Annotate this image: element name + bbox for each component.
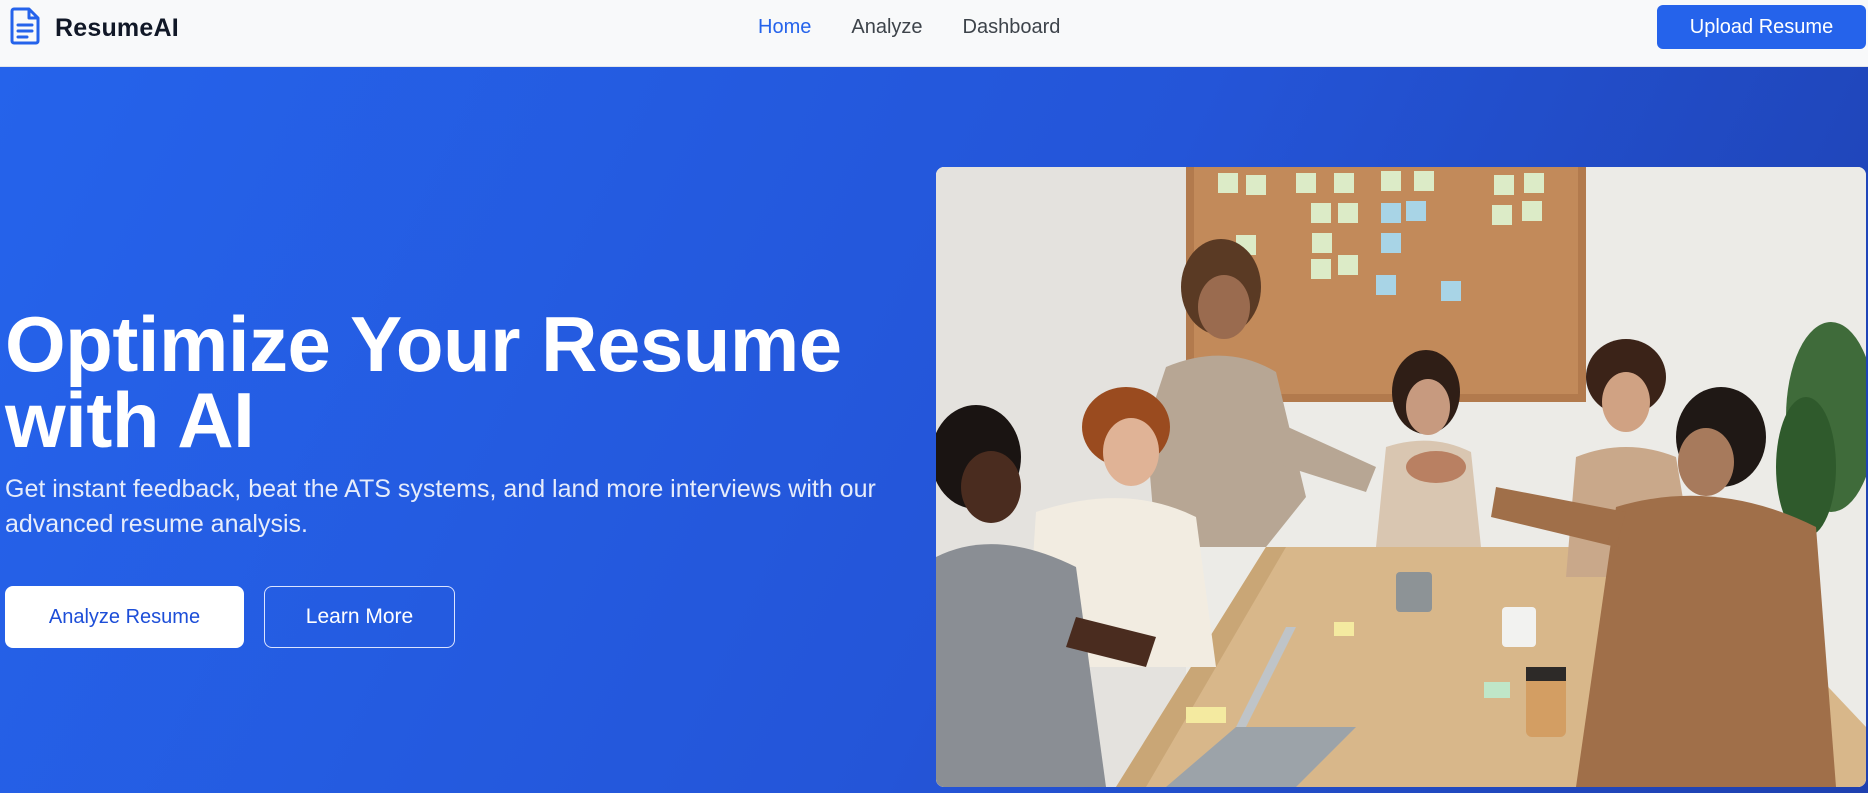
nav-link-home[interactable]: Home xyxy=(758,16,811,39)
nav-link-dashboard[interactable]: Dashboard xyxy=(963,16,1061,39)
nav-link-analyze[interactable]: Analyze xyxy=(851,16,922,39)
hero-title: Optimize Your Resume with AI xyxy=(5,300,842,464)
brand-name: ResumeAI xyxy=(55,13,179,42)
analyze-resume-button[interactable]: Analyze Resume xyxy=(5,586,244,648)
team-meeting-photo xyxy=(936,167,1866,787)
hero-section: Optimize Your Resume with AI Get instant… xyxy=(0,67,1868,793)
brand[interactable]: ResumeAI xyxy=(9,7,179,50)
document-icon xyxy=(9,7,41,50)
upload-resume-button[interactable]: Upload Resume xyxy=(1657,5,1866,49)
hero-subtitle: Get instant feedback, beat the ATS syste… xyxy=(5,475,876,538)
main-nav: Home Analyze Dashboard xyxy=(758,0,1100,54)
navbar: ResumeAI Home Analyze Dashboard Upload R… xyxy=(0,0,1868,67)
learn-more-button[interactable]: Learn More xyxy=(264,586,455,648)
